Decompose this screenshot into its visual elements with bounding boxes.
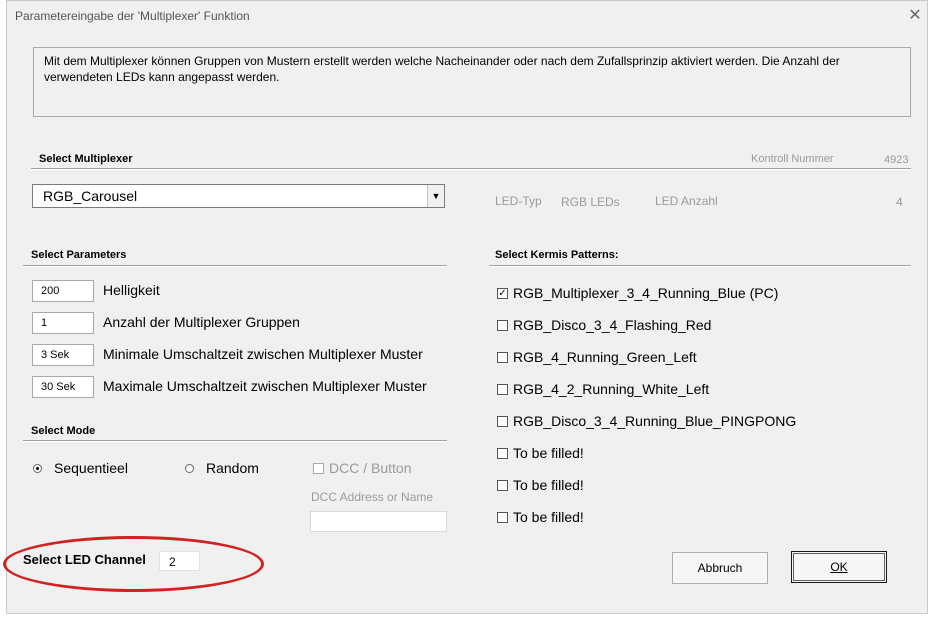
radio-random[interactable]: Random bbox=[185, 460, 259, 476]
cancel-button[interactable]: Abbruch bbox=[672, 552, 768, 584]
pattern-label: To be filled! bbox=[513, 509, 584, 525]
pattern-item[interactable]: RGB_4_Running_Green_Left bbox=[497, 349, 697, 365]
radio-random-label: Random bbox=[206, 460, 259, 476]
gruppen-label: Anzahl der Multiplexer Gruppen bbox=[103, 314, 300, 330]
led-channel-input[interactable]: 2 bbox=[159, 551, 200, 571]
pattern-item[interactable]: RGB_4_2_Running_White_Left bbox=[497, 381, 709, 397]
section-select-multiplexer: Select Multiplexer bbox=[39, 153, 133, 165]
gruppen-input[interactable]: 1 bbox=[32, 312, 94, 334]
pattern-item[interactable]: To be filled! bbox=[497, 445, 584, 461]
dialog-window: Parametereingabe der 'Multiplexer' Funkt… bbox=[3, 0, 928, 614]
dcc-address-input[interactable] bbox=[310, 511, 447, 532]
pattern-label: RGB_4_2_Running_White_Left bbox=[513, 381, 710, 397]
divider-patterns bbox=[489, 265, 911, 267]
dcc-button-checkbox[interactable]: DCC / Button bbox=[313, 460, 411, 476]
pattern-label: RGB_Disco_3_4_Flashing_Red bbox=[513, 317, 712, 333]
close-icon[interactable]: ✕ bbox=[905, 5, 925, 25]
dcc-checkbox-icon[interactable] bbox=[313, 462, 324, 474]
pattern-label: RGB_4_Running_Green_Left bbox=[513, 349, 697, 365]
radio-sequential-icon[interactable] bbox=[33, 463, 42, 473]
section-select-parameters: Select Parameters bbox=[31, 249, 127, 261]
led-anzahl-label: LED Anzahl bbox=[655, 194, 718, 208]
dcc-address-label: DCC Address or Name bbox=[311, 490, 434, 504]
section-select-patterns: Select Kermis Patterns: bbox=[495, 249, 619, 261]
led-typ-label: LED-Typ bbox=[495, 194, 542, 208]
pattern-item[interactable]: To be filled! bbox=[497, 509, 584, 525]
led-typ-value: RGB LEDs bbox=[561, 195, 620, 209]
max-umschaltzeit-label: Maximale Umschaltzeit zwischen Multiplex… bbox=[103, 378, 427, 394]
radio-random-icon[interactable] bbox=[185, 463, 194, 473]
ok-button[interactable]: OK bbox=[791, 551, 887, 583]
radio-sequential[interactable]: Sequentieel bbox=[33, 460, 128, 476]
kontroll-nummer-label: Kontroll Nummer bbox=[751, 153, 834, 165]
checkbox-icon[interactable] bbox=[497, 479, 508, 491]
kontroll-nummer-value: 4923 bbox=[884, 154, 909, 166]
helligkeit-input[interactable]: 200 bbox=[32, 280, 94, 302]
window-title: Parametereingabe der 'Multiplexer' Funkt… bbox=[15, 9, 250, 23]
pattern-label: RGB_Multiplexer_3_4_Running_Blue (PC) bbox=[513, 285, 779, 301]
info-text-box: Mit dem Multiplexer können Gruppen von M… bbox=[33, 47, 911, 117]
divider-multiplexer bbox=[31, 168, 911, 170]
pattern-item[interactable]: RGB_Disco_3_4_Running_Blue_PINGPONG bbox=[497, 413, 796, 429]
pattern-label: RGB_Disco_3_4_Running_Blue_PINGPONG bbox=[513, 413, 797, 429]
led-channel-label: Select LED Channel bbox=[23, 552, 146, 567]
pattern-label: To be filled! bbox=[513, 445, 584, 461]
pattern-item[interactable]: ✓ RGB_Multiplexer_3_4_Running_Blue (PC) bbox=[497, 285, 778, 301]
multiplexer-select[interactable]: RGB_Carousel ▼ bbox=[32, 184, 445, 208]
checkbox-icon[interactable] bbox=[497, 447, 508, 459]
pattern-label: To be filled! bbox=[513, 477, 584, 493]
divider-mode bbox=[23, 440, 447, 442]
info-text: Mit dem Multiplexer können Gruppen von M… bbox=[44, 54, 840, 84]
max-umschaltzeit-input[interactable]: 30 Sek bbox=[32, 376, 94, 398]
min-umschaltzeit-label: Minimale Umschaltzeit zwischen Multiplex… bbox=[103, 346, 423, 362]
helligkeit-label: Helligkeit bbox=[103, 282, 160, 298]
checkbox-icon[interactable] bbox=[497, 319, 508, 331]
checkbox-icon[interactable] bbox=[497, 415, 508, 427]
dropdown-arrow-icon[interactable]: ▼ bbox=[427, 185, 444, 207]
divider-parameters bbox=[23, 265, 447, 267]
checkbox-icon[interactable] bbox=[497, 511, 508, 523]
dcc-checkbox-label: DCC / Button bbox=[329, 460, 412, 476]
min-umschaltzeit-input[interactable]: 3 Sek bbox=[32, 344, 94, 366]
multiplexer-select-value: RGB_Carousel bbox=[43, 188, 138, 204]
radio-sequential-label: Sequentieel bbox=[54, 460, 128, 476]
led-anzahl-value: 4 bbox=[896, 195, 903, 209]
checkbox-icon[interactable] bbox=[497, 351, 508, 363]
pattern-item[interactable]: To be filled! bbox=[497, 477, 584, 493]
checkbox-icon[interactable] bbox=[497, 383, 508, 395]
pattern-item[interactable]: RGB_Disco_3_4_Flashing_Red bbox=[497, 317, 711, 333]
section-select-mode: Select Mode bbox=[31, 425, 96, 437]
checkbox-checked-icon[interactable]: ✓ bbox=[497, 287, 508, 299]
